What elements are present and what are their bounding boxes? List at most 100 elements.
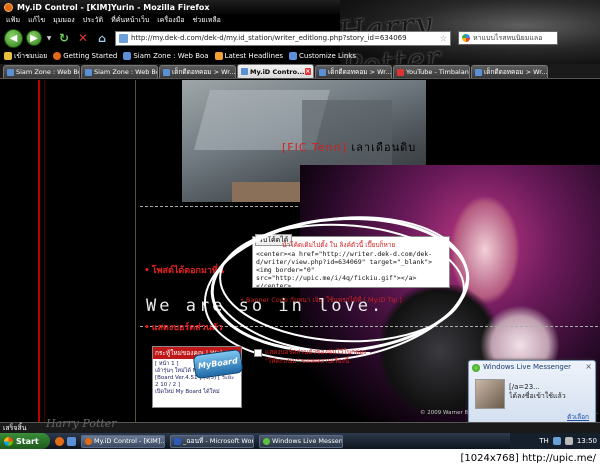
tab-label: เด็กดีดอทคอม > Wr...	[172, 68, 236, 76]
status-text: เสร็จสิ้น	[3, 424, 27, 432]
search-box[interactable]: หาแบบไรสหนนิยมแลอ	[458, 31, 558, 45]
tab-label: My.iD Contro...	[250, 67, 305, 76]
signin-text: ได้ลงชื่อเข้าใช้แล้ว	[509, 392, 566, 400]
tab-dekd-writer-2[interactable]: เด็กดีดอทคอม > Wr...	[315, 65, 392, 78]
close-icon[interactable]: ×	[585, 362, 592, 371]
tab-siam-zone-1[interactable]: Siam Zone : Web Bo...	[3, 65, 80, 78]
tab-strip: Siam Zone : Web Bo... Siam Zone : Web Bo…	[0, 64, 600, 79]
tab-label: YouTube - Timbalan...	[406, 68, 470, 76]
taskbar-messenger[interactable]: Windows Live Messen...	[259, 434, 343, 448]
start-button[interactable]: Start	[0, 433, 50, 449]
tab-close-icon[interactable]: ×	[304, 68, 311, 75]
start-label: Start	[16, 436, 39, 446]
love-text: We are so in love.	[146, 296, 385, 316]
bookmark-folder-icon	[4, 52, 12, 60]
stop-button[interactable]: ✕	[75, 30, 91, 46]
menu-tools[interactable]: เครื่องมือ	[157, 15, 184, 26]
tab-label: Siam Zone : Web Bo...	[16, 68, 79, 76]
tab-favicon-icon	[475, 68, 482, 76]
tab-siam-zone-2[interactable]: Siam Zone : Web Bo...	[81, 65, 158, 78]
left-red-line	[38, 80, 40, 422]
left-dark-line	[44, 80, 45, 422]
system-tray: TH 13:50	[510, 433, 600, 449]
banner-title: เลาเดือนดิบ	[351, 141, 417, 154]
post-here-label: • โพสต์ได้ตอกมาที่นี่	[144, 266, 225, 276]
menu-help[interactable]: ช่วยเหลือ	[193, 15, 221, 26]
banner-code-textarea[interactable]: <center><a href="http://writer.dek-d.com…	[254, 249, 448, 287]
taskbar-firefox[interactable]: My.iD Control - [KIM]...	[81, 434, 165, 448]
tab-favicon-icon	[241, 68, 248, 75]
tab-favicon-icon	[163, 68, 170, 76]
back-arrow-icon: ◀	[9, 32, 18, 44]
page-icon	[289, 52, 298, 60]
language-indicator[interactable]: TH	[539, 437, 549, 445]
reload-icon: ↻	[58, 31, 70, 45]
task-label: _ฉอนที่ - Microsoft Word	[183, 437, 254, 445]
code-caption: นำโค้ดเดิมไปตั้ง ใน ลิงค์ตัวนี้ เปี๊ยบก็…	[282, 241, 396, 249]
youtube-icon	[397, 68, 404, 76]
tab-youtube[interactable]: YouTube - Timbalan...	[393, 65, 470, 78]
status-decor-text: Harry Potter	[46, 417, 117, 430]
bookmark-label: Latest Headlines	[224, 52, 284, 60]
tab-favicon-icon	[85, 68, 92, 76]
desktop-icon[interactable]	[67, 436, 76, 446]
banner-fic-tag: [FIC Tenn]	[282, 141, 347, 154]
window-title: My.iD Control - [KIM]Yurin - Mozilla Fir…	[17, 2, 210, 12]
tab-dekd-writer-1[interactable]: เด็กดีดอทคอม > Wr...	[159, 65, 236, 78]
label-text: แสดงบอร์ดส่วนตัว	[151, 323, 223, 333]
firefox-icon	[4, 2, 13, 12]
show-board-checkbox[interactable]	[254, 349, 262, 357]
banner-caption: [FIC Tenn] เลาเดือนดิบ	[282, 138, 416, 156]
messenger-icon	[263, 437, 270, 445]
taskbar-word[interactable]: _ฉอนที่ - Microsoft Word	[170, 434, 254, 448]
status-bar: เสร็จสิ้น Harry Potter	[0, 417, 600, 433]
bookmark-label: เข้าชมบ่อย	[14, 51, 48, 60]
title-bar: Harry Potter My.iD Control - [KIM]Yurin …	[0, 0, 600, 86]
clock[interactable]: 13:50	[577, 437, 597, 445]
bookmark-star-icon[interactable]: ☆	[440, 34, 447, 43]
messenger-notification[interactable]: Windows Live Messenger × [/a=23... ได้ลง…	[468, 360, 596, 426]
bookmark-customize-links[interactable]: Customize Links	[289, 52, 356, 60]
home-button[interactable]: ⌂	[94, 30, 110, 46]
tab-dekd-writer-3[interactable]: เด็กดีดอทคอม > Wr...	[471, 65, 548, 78]
menu-view[interactable]: มุมมอง	[53, 15, 74, 26]
messenger-title: Windows Live Messenger	[483, 363, 572, 371]
firefox-icon	[53, 52, 62, 60]
history-dropdown-button[interactable]: ▼	[45, 30, 53, 46]
network-icon[interactable]	[552, 437, 561, 445]
google-icon	[462, 34, 470, 42]
forward-button[interactable]: ▶	[26, 30, 42, 46]
bookmark-latest-headlines[interactable]: Latest Headlines	[214, 52, 284, 60]
image-host-caption: [1024x768] http://upic.me/	[0, 449, 600, 469]
reload-button[interactable]: ↻	[56, 30, 72, 46]
firefox-window: Harry Potter My.iD Control - [KIM]Yurin …	[0, 0, 600, 469]
task-label: My.iD Control - [KIM]...	[94, 437, 165, 445]
volume-icon[interactable]	[564, 437, 573, 445]
firefox-icon[interactable]	[55, 436, 64, 446]
bookmark-getting-started[interactable]: Getting Started	[53, 52, 117, 60]
menu-edit[interactable]: แก้ไข	[28, 15, 45, 26]
menu-history[interactable]: ประวัติ	[83, 15, 103, 26]
banner-shape	[232, 182, 302, 202]
tab-favicon-icon	[7, 68, 14, 76]
back-button[interactable]: ◀	[4, 28, 23, 48]
windows-taskbar: Start My.iD Control - [KIM]... _ฉอนที่ -…	[0, 433, 600, 449]
rss-icon	[214, 52, 223, 60]
tab-myid-control[interactable]: My.iD Contro... ×	[237, 64, 314, 78]
myboard-line: เปิดใหม่ My Board ได้ใหม่	[155, 389, 220, 395]
word-icon	[174, 437, 181, 445]
windows-logo-icon	[4, 436, 13, 446]
home-icon: ⌂	[98, 31, 106, 45]
messenger-icon	[472, 364, 480, 372]
search-text: หาแบบไรสหนนิยมแลอ	[473, 33, 543, 42]
bookmark-siam-zone[interactable]: Siam Zone : Web Boa	[123, 52, 209, 60]
menu-bookmarks[interactable]: ที่คั่นหน้าเว็บ	[111, 15, 149, 26]
content-divider	[135, 80, 136, 422]
bookmark-most-visited[interactable]: เข้าชมบ่อย	[4, 51, 47, 62]
contact-name: [/a=23...	[509, 383, 540, 391]
menu-file[interactable]: แฟ้ม	[6, 15, 20, 26]
messenger-options-link[interactable]: ตัวเลือก	[567, 412, 589, 422]
url-bar[interactable]: http://my.dek-d.com/dek-d/my.id_station/…	[115, 30, 451, 46]
quick-launch	[55, 436, 76, 446]
bookmark-label: Customize Links	[299, 52, 356, 60]
